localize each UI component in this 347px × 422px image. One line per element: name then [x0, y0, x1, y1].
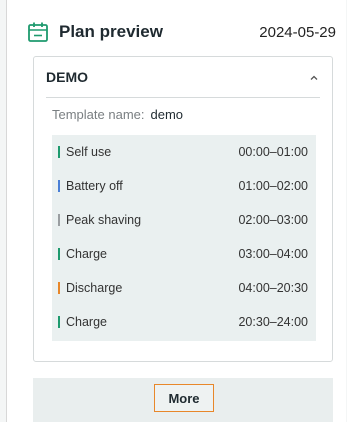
mode-color-bar [58, 146, 60, 158]
page-title: Plan preview [59, 22, 163, 41]
mode-label: Peak shaving [66, 213, 142, 227]
plan-date: 2024-05-29 [259, 23, 336, 41]
plan-card-title: DEMO [46, 69, 88, 85]
plan-card: DEMO Template name: demo Self use 00:00–0… [33, 56, 333, 362]
schedule-row: Discharge 04:00–20:30 [52, 278, 316, 298]
time-range: 00:00–01:00 [238, 145, 308, 159]
schedule-row: Self use 00:00–01:00 [52, 142, 316, 162]
panel-header: Plan preview 2024-05-29 [27, 18, 336, 46]
template-name-label: Template name: [52, 107, 145, 122]
mode-label: Charge [66, 315, 107, 329]
mode-label: Charge [66, 247, 107, 261]
calendar-icon [27, 21, 49, 43]
mode-color-bar [58, 214, 60, 226]
time-range: 04:00–20:30 [238, 281, 308, 295]
schedule-row: Peak shaving 02:00–03:00 [52, 210, 316, 230]
schedule-row: Charge 03:00–04:00 [52, 244, 316, 264]
chevron-up-icon[interactable] [308, 71, 320, 83]
mode-color-bar [58, 248, 60, 260]
plan-card-header[interactable]: DEMO [46, 57, 320, 98]
schedule-row: Battery off 01:00–02:00 [52, 176, 316, 196]
mode-color-bar [58, 316, 60, 328]
template-name-value: demo [150, 107, 184, 122]
mode-color-bar [58, 180, 60, 192]
schedule-list: Self use 00:00–01:00 Battery off 01:00–0… [52, 135, 316, 341]
mode-label: Discharge [66, 281, 123, 295]
template-name-line: Template name: demo [52, 107, 183, 122]
panel-footer: More [33, 378, 333, 422]
mode-color-bar [58, 282, 60, 294]
time-range: 01:00–02:00 [238, 179, 308, 193]
time-range: 03:00–04:00 [238, 247, 308, 261]
more-button[interactable]: More [154, 384, 214, 412]
time-range: 20:30–24:00 [238, 315, 308, 329]
time-range: 02:00–03:00 [238, 213, 308, 227]
mode-label: Battery off [66, 179, 123, 193]
plan-preview-panel: Plan preview 2024-05-29 DEMO Template na… [6, 0, 346, 422]
schedule-row: Charge 20:30–24:00 [52, 312, 316, 332]
mode-label: Self use [66, 145, 112, 159]
